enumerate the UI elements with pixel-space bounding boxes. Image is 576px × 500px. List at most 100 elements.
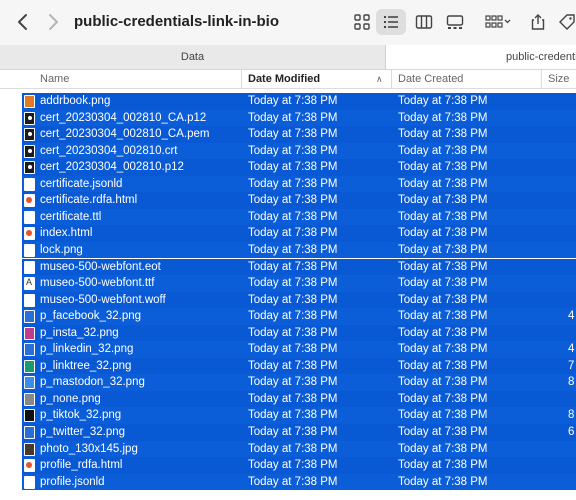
tab-bar: Data public-credentials: [0, 45, 576, 70]
file-date-modified: Today at 7:38 PM: [248, 111, 338, 124]
tags-button[interactable]: [556, 9, 576, 35]
certificate-icon: [24, 128, 35, 142]
file-date-modified: Today at 7:38 PM: [248, 359, 338, 372]
file-row[interactable]: cert_20230304_002810.crt Today at 7:38 PM…: [22, 142, 576, 160]
file-row[interactable]: profile_rdfa.html Today at 7:38 PM Today a…: [22, 457, 576, 474]
file-row[interactable]: p_insta_32.png Today at 7:38 PM Today at 7…: [22, 324, 576, 342]
file-date-created: Today at 7:38 PM: [398, 409, 488, 422]
file-row[interactable]: lock.png Today at 7:38 PM Today at 7:38 PM: [22, 241, 576, 259]
group-grid-icon: [485, 15, 511, 28]
column-header-name[interactable]: Name: [40, 70, 69, 88]
html-icon: [24, 194, 35, 208]
file-date-created: Today at 7:38 PM: [398, 227, 488, 240]
back-button[interactable]: [12, 11, 34, 33]
certificate-icon: [24, 144, 35, 158]
certificate-icon: [24, 161, 35, 175]
file-size: 4: [568, 310, 575, 323]
file-name: certificate.rdfa.html: [40, 194, 138, 207]
file-date-modified: Today at 7:38 PM: [248, 95, 338, 107]
file-row[interactable]: cert_20230304_002810_CA.p12 Today at 7:38…: [22, 109, 576, 127]
document-icon: [24, 177, 35, 191]
file-date-modified: Today at 7:38 PM: [248, 409, 338, 422]
file-date-created: Today at 7:38 PM: [398, 194, 488, 207]
file-row[interactable]: p_none.png Today at 7:38 PM Today at 7:38 …: [22, 390, 576, 408]
file-date-modified: Today at 7:38 PM: [248, 326, 338, 339]
file-row[interactable]: p_twitter_32.png Today at 7:38 PM Today at…: [22, 424, 576, 441]
file-date-modified: Today at 7:38 PM: [248, 442, 338, 455]
file-name: certificate.jsonld: [40, 177, 123, 190]
file-date-modified: Today at 7:38 PM: [248, 161, 338, 174]
file-row[interactable]: profile.jsonld Today at 7:38 PM Today at 7…: [22, 473, 576, 491]
file-row[interactable]: museo-500-webfont.ttf Today at 7:38 PM Tod…: [22, 275, 576, 292]
file-name: p_tiktok_32.png: [40, 409, 122, 422]
document-icon: [24, 243, 35, 257]
columns-icon: [415, 15, 433, 29]
file-row[interactable]: p_facebook_32.png Today at 7:38 PM Today a…: [22, 308, 576, 325]
document-icon: [24, 210, 35, 224]
file-row[interactable]: index.html Today at 7:38 PM Today at 7:38 …: [22, 225, 576, 242]
tag-icon: [559, 14, 575, 30]
window-title: public-credentials-link-in-bio: [74, 13, 280, 30]
column-header-date-created[interactable]: Date Created: [391, 70, 463, 88]
file-row[interactable]: photo_130x145.jpg Today at 7:38 PM Today a…: [22, 440, 576, 458]
share-icon: [531, 14, 545, 30]
file-date-created: Today at 7:38 PM: [398, 243, 488, 256]
share-button[interactable]: [523, 9, 553, 35]
file-row[interactable]: p_linkedin_32.png Today at 7:38 PM Today a…: [22, 341, 576, 358]
file-name: addrbook.png: [40, 95, 111, 107]
file-name: p_mastodon_32.png: [40, 376, 145, 389]
file-row[interactable]: addrbook.png Today at 7:38 PM Today at 7:3…: [22, 93, 576, 110]
file-date-created: Today at 7:38 PM: [398, 359, 488, 372]
file-date-modified: Today at 7:38 PM: [248, 343, 338, 356]
gallery-view-button[interactable]: [440, 9, 470, 35]
finder-toolbar: public-credentials-link-in-bio: [0, 0, 576, 46]
column-header-size[interactable]: Size: [541, 70, 569, 88]
file-row[interactable]: museo-500-webfont.woff Today at 7:38 PM To…: [22, 291, 576, 309]
file-name: p_linktree_32.png: [40, 359, 132, 372]
file-date-modified: Today at 7:38 PM: [248, 475, 338, 488]
file-date-created: Today at 7:38 PM: [398, 177, 488, 190]
file-name: p_none.png: [40, 392, 101, 405]
file-date-created: Today at 7:38 PM: [398, 426, 488, 438]
tab-public-credentials[interactable]: public-credentials: [386, 45, 576, 69]
file-date-modified: Today at 7:38 PM: [248, 392, 338, 405]
gallery-icon: [446, 15, 464, 29]
file-name: museo-500-webfont.woff: [40, 293, 166, 306]
column-view-button[interactable]: [409, 9, 439, 35]
file-date-modified: Today at 7:38 PM: [248, 426, 338, 438]
facebook-icon: [24, 310, 35, 324]
file-name: museo-500-webfont.eot: [40, 260, 161, 273]
file-name: p_insta_32.png: [40, 326, 119, 339]
file-row[interactable]: certificate.rdfa.html Today at 7:38 PM Tod…: [22, 192, 576, 209]
file-row[interactable]: p_tiktok_32.png Today at 7:38 PM Today at …: [22, 407, 576, 424]
document-icon: [24, 260, 35, 274]
file-name: cert_20230304_002810.crt: [40, 144, 178, 157]
file-row[interactable]: museo-500-webfont.eot Today at 7:38 PM Tod…: [22, 258, 576, 276]
file-name: cert_20230304_002810_CA.pem: [40, 128, 210, 141]
list-view-button[interactable]: [376, 9, 406, 35]
file-row[interactable]: p_mastodon_32.png Today at 7:38 PM Today a…: [22, 374, 576, 391]
file-date-modified: Today at 7:38 PM: [248, 376, 338, 389]
file-date-modified: Today at 7:38 PM: [248, 459, 338, 472]
column-header-date-modified[interactable]: Date Modified: [241, 70, 320, 88]
file-date-created: Today at 7:38 PM: [398, 161, 488, 174]
file-row[interactable]: certificate.jsonld Today at 7:38 PM Today …: [22, 175, 576, 193]
file-date-created: Today at 7:38 PM: [398, 260, 488, 273]
file-date-modified: Today at 7:38 PM: [248, 194, 338, 207]
font-icon: [24, 277, 35, 291]
icon-view-button[interactable]: [347, 9, 377, 35]
file-row[interactable]: cert_20230304_002810.p12 Today at 7:38 PM…: [22, 159, 576, 176]
group-by-button[interactable]: [480, 9, 516, 35]
file-name: cert_20230304_002810.p12: [40, 161, 184, 174]
tiktok-icon: [24, 409, 35, 423]
file-date-created: Today at 7:38 PM: [398, 144, 488, 157]
file-row[interactable]: certificate.ttl Today at 7:38 PM Today at …: [22, 208, 576, 226]
tab-data[interactable]: Data: [0, 45, 386, 69]
file-row[interactable]: cert_20230304_002810_CA.pem Today at 7:38…: [22, 126, 576, 143]
file-name: p_linkedin_32.png: [40, 343, 134, 356]
file-date-modified: Today at 7:38 PM: [248, 177, 338, 190]
chevron-left-icon: [18, 14, 27, 30]
forward-button[interactable]: [42, 11, 64, 33]
file-row[interactable]: p_linktree_32.png Today at 7:38 PM Today a…: [22, 357, 576, 375]
file-date-modified: Today at 7:38 PM: [248, 310, 338, 323]
